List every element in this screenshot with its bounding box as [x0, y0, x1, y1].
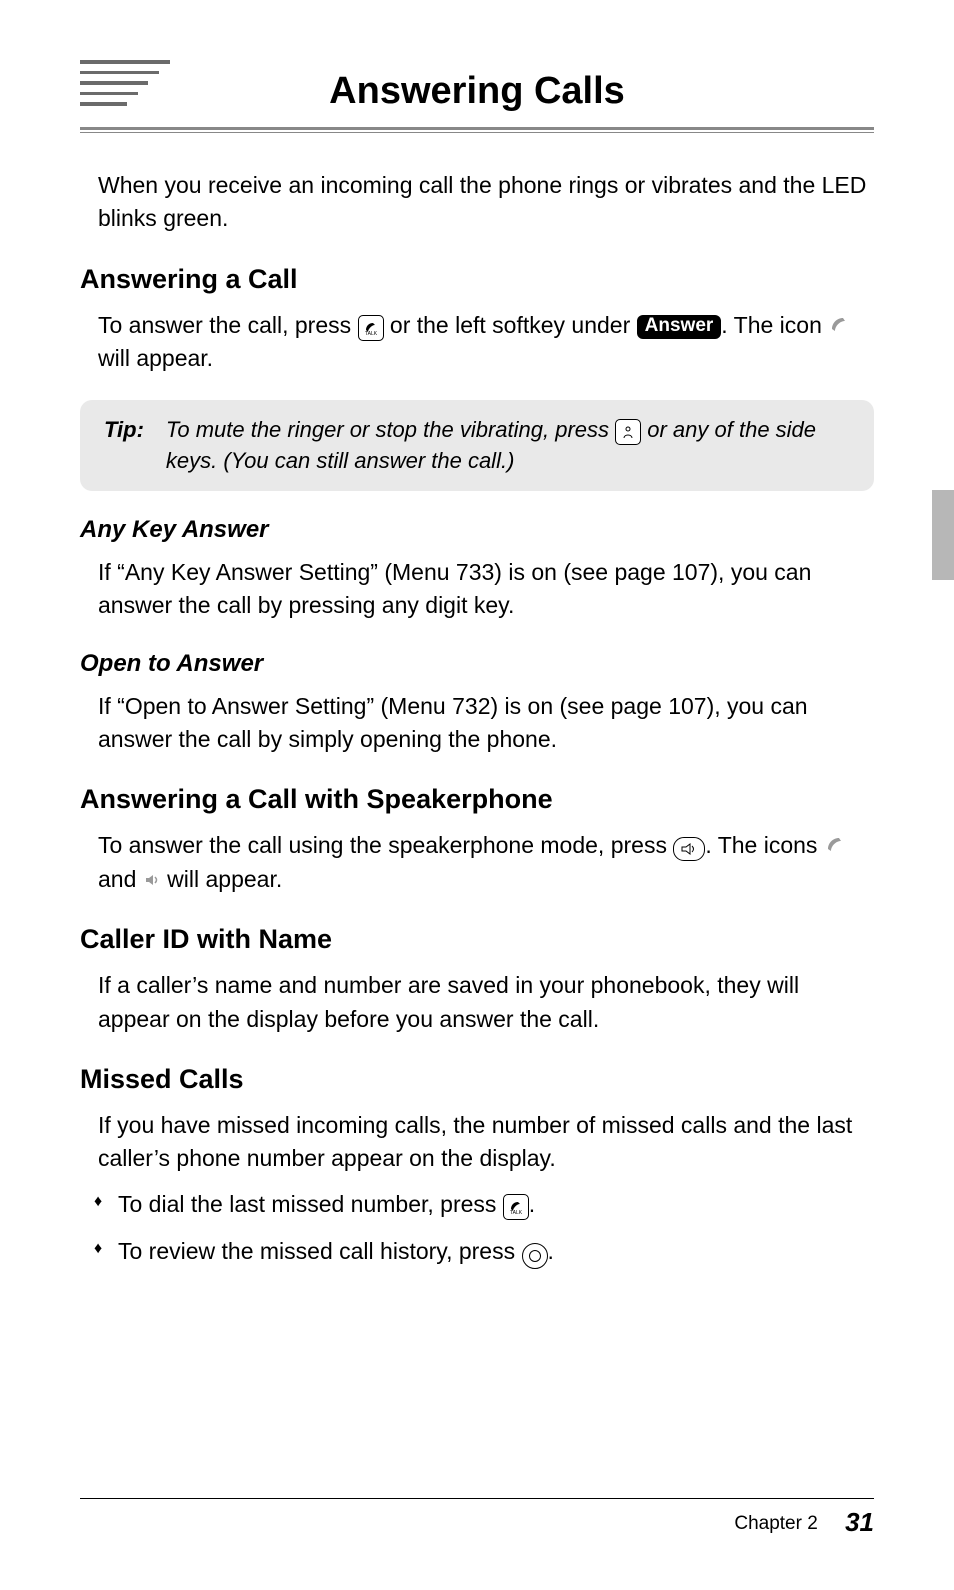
text: To answer the call, press: [98, 312, 358, 338]
manual-page: Answering Calls When you receive an inco…: [0, 0, 954, 1590]
text: or the left softkey under: [390, 312, 637, 338]
title-rule: [80, 127, 874, 130]
heading-caller-id: Caller ID with Name: [80, 920, 874, 959]
footer-rule: [80, 1498, 874, 1499]
heading-missed-calls: Missed Calls: [80, 1060, 874, 1099]
nav-key-icon: [522, 1243, 548, 1269]
text: To mute the ringer or stop the vibrating…: [166, 417, 615, 442]
handset-icon: [828, 314, 848, 341]
page-title: Answering Calls: [80, 70, 874, 127]
text: will appear.: [167, 866, 282, 892]
speakerphone-paragraph: To answer the call using the speakerphon…: [98, 829, 874, 896]
header-decoration-icon: [80, 60, 170, 113]
tip-label: Tip:: [104, 414, 144, 478]
page-header: Answering Calls: [80, 70, 874, 133]
end-key-icon: [615, 419, 641, 445]
tip-text: To mute the ringer or stop the vibrating…: [166, 414, 854, 478]
open-answer-paragraph: If “Open to Answer Setting” (Menu 732) i…: [98, 690, 874, 757]
svg-text:TALK: TALK: [510, 1210, 523, 1215]
text: .: [529, 1191, 535, 1217]
heading-open-answer: Open to Answer: [80, 647, 874, 682]
heading-speakerphone: Answering a Call with Speakerphone: [80, 780, 874, 819]
list-item: To dial the last missed number, press TA…: [118, 1188, 874, 1221]
text: To dial the last missed number, press: [118, 1191, 503, 1217]
any-key-paragraph: If “Any Key Answer Setting” (Menu 733) i…: [98, 556, 874, 623]
title-rule-thin: [80, 132, 874, 133]
heading-answering-call: Answering a Call: [80, 260, 874, 299]
text: will appear.: [98, 345, 213, 371]
speaker-icon: [143, 870, 161, 896]
text: . The icons: [705, 832, 823, 858]
text: To answer the call using the speakerphon…: [98, 832, 673, 858]
heading-any-key: Any Key Answer: [80, 513, 874, 548]
page-body: When you receive an incoming call the ph…: [80, 169, 874, 1269]
missed-calls-list: To dial the last missed number, press TA…: [80, 1188, 874, 1269]
chapter-label: Chapter 2: [734, 1513, 817, 1534]
answering-call-paragraph: To answer the call, press TALK or the le…: [98, 309, 874, 376]
handset-icon: [824, 834, 844, 861]
page-number: 31: [845, 1507, 874, 1537]
footer-text: Chapter 2 31: [80, 1507, 874, 1538]
talk-key-icon: TALK: [358, 315, 384, 341]
text: To review the missed call history, press: [118, 1238, 522, 1264]
tip-box: Tip: To mute the ringer or stop the vibr…: [80, 400, 874, 492]
thumb-tab: [932, 490, 954, 580]
talk-key-icon: TALK: [503, 1194, 529, 1220]
intro-paragraph: When you receive an incoming call the ph…: [98, 169, 874, 236]
speaker-key-icon: [673, 837, 705, 861]
answer-softkey-label: Answer: [637, 315, 722, 339]
list-item: To review the missed call history, press…: [118, 1235, 874, 1269]
text: . The icon: [721, 312, 828, 338]
missed-calls-paragraph: If you have missed incoming calls, the n…: [98, 1109, 874, 1176]
text: .: [548, 1238, 554, 1264]
text: and: [98, 866, 143, 892]
caller-id-paragraph: If a caller’s name and number are saved …: [98, 969, 874, 1036]
page-footer: Chapter 2 31: [80, 1498, 874, 1538]
svg-text:TALK: TALK: [364, 331, 377, 336]
